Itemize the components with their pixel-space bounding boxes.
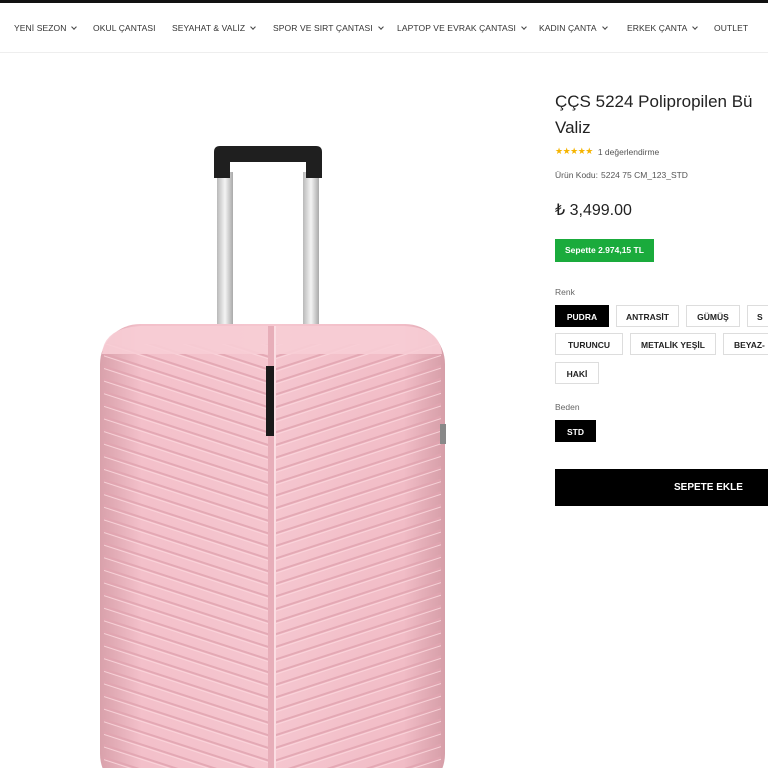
suitcase-illustration	[100, 146, 446, 768]
nav-item-yeni-sezon[interactable]: YENİ SEZON	[14, 23, 78, 33]
color-option-beyaz[interactable]: BEYAZ-	[723, 333, 768, 355]
nav-item-laptop-evrak-cantasi[interactable]: LAPTOP VE EVRAK ÇANTASI	[397, 23, 527, 33]
chevron-down-icon	[250, 24, 256, 30]
nav-item-okul-cantasi[interactable]: OKUL ÇANTASI	[93, 23, 156, 33]
rating-count[interactable]: 1 değerlendirme	[598, 147, 659, 157]
brand-badge	[266, 366, 274, 436]
nav-item-spor-sirt-cantasi[interactable]: SPOR VE SIRT ÇANTASI	[273, 23, 384, 33]
product-page: YENİ SEZON OKUL ÇANTASI SEYAHAT & VALİZ …	[0, 0, 768, 768]
sku-value: 5224 75 CM_123_STD	[601, 170, 688, 180]
product-info: ÇÇS 5224 Polipropilen Bü Valiz ★★★★★ 1 d…	[555, 0, 768, 768]
chevron-down-icon	[521, 24, 527, 30]
nav-item-label: OKUL ÇANTASI	[93, 23, 156, 33]
color-label: Renk	[555, 287, 575, 297]
color-option-partial[interactable]: S	[747, 305, 768, 327]
cart-discount-badge: Sepette 2.974,15 TL	[555, 239, 654, 262]
size-label: Beden	[555, 402, 580, 412]
product-sku: Ürün Kodu: 5224 75 CM_123_STD	[555, 170, 688, 180]
nav-item-label: SEYAHAT & VALİZ	[172, 23, 246, 33]
chevron-down-icon	[377, 24, 384, 30]
nav-item-label: SPOR VE SIRT ÇANTASI	[273, 23, 373, 33]
handle-pole-right	[303, 172, 319, 332]
size-option-std[interactable]: STD	[555, 420, 596, 442]
product-title-line1: ÇÇS 5224 Polipropilen Bü	[555, 92, 753, 111]
nav-item-label: LAPTOP VE EVRAK ÇANTASI	[397, 23, 516, 33]
nav-item-label: YENİ SEZON	[14, 23, 67, 33]
handle-pole-left	[217, 172, 233, 332]
color-option-pudra[interactable]: PUDRA	[555, 305, 609, 327]
color-option-metalik-yesil[interactable]: METALİK YEŞİL	[630, 333, 716, 355]
color-option-antrasit[interactable]: ANTRASİT	[616, 305, 679, 327]
product-price: ₺ 3,499.00	[555, 202, 632, 219]
product-title-line2: Valiz	[555, 118, 591, 137]
color-option-gumus[interactable]: GÜMÜŞ	[686, 305, 740, 327]
color-option-haki[interactable]: HAKİ	[555, 362, 599, 384]
sku-label: Ürün Kodu:	[555, 170, 598, 180]
nav-item-seyahat-valiz[interactable]: SEYAHAT & VALİZ	[172, 23, 256, 33]
chevron-down-icon	[71, 24, 78, 30]
color-option-turuncu[interactable]: TURUNCU	[555, 333, 623, 355]
product-image[interactable]	[0, 54, 540, 768]
product-rating[interactable]: ★★★★★ 1 değerlendirme	[555, 146, 659, 157]
add-to-cart-button[interactable]: SEPETE EKLE	[555, 469, 768, 506]
rating-stars-icon: ★★★★★	[555, 146, 593, 156]
product-title: ÇÇS 5224 Polipropilen Bü Valiz	[555, 89, 768, 141]
